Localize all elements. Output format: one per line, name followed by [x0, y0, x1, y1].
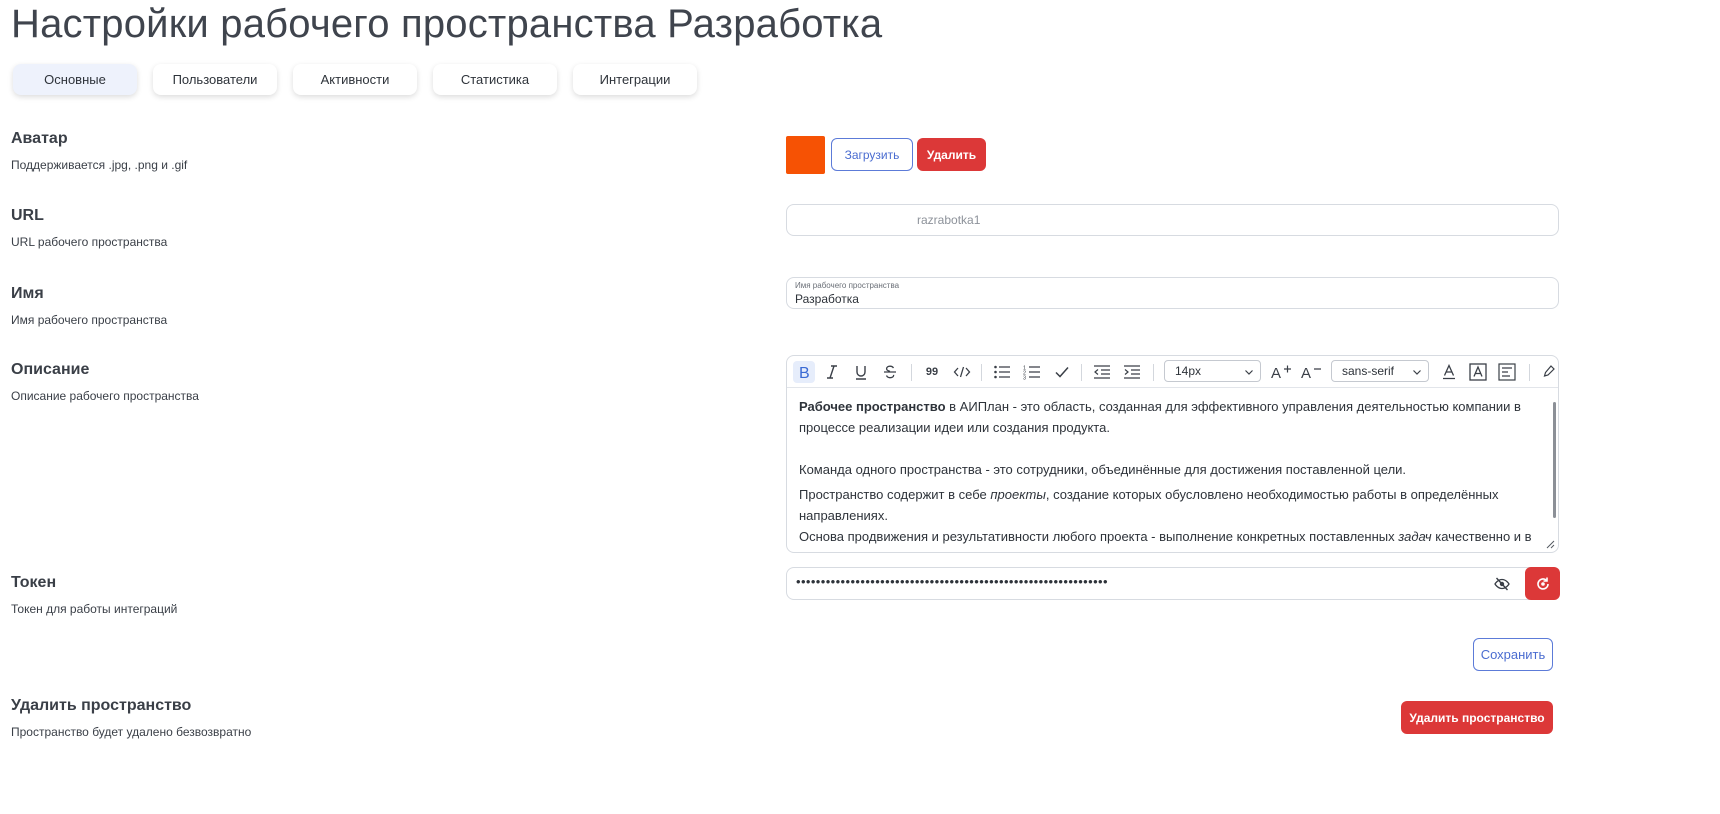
token-title: Токен [11, 574, 57, 591]
checklist-icon[interactable] [1051, 361, 1073, 383]
svg-text:A: A [1301, 365, 1311, 380]
name-field-label: Имя рабочего пространства [795, 281, 900, 290]
delete-space-title: Удалить пространство [11, 697, 192, 714]
toolbar-divider [1153, 364, 1154, 381]
name-value: Разработка [795, 292, 859, 306]
tab-general[interactable]: Основные [13, 64, 137, 95]
tab-statistics[interactable]: Статистика [433, 64, 557, 95]
delete-avatar-button[interactable]: Удалить [917, 138, 986, 171]
name-description: Имя рабочего пространства [11, 313, 168, 327]
font-size-value: 14px [1175, 364, 1202, 378]
token-description: Токен для работы интеграций [11, 602, 178, 616]
svg-text:B: B [799, 365, 810, 380]
editor-paragraph: Пространство содержит в себе проекты, со… [799, 487, 1499, 523]
delete-space-description: Пространство будет удалено безвозвратно [11, 725, 252, 739]
description-subtitle: Описание рабочего пространства [11, 389, 199, 403]
chevron-down-icon [1245, 370, 1253, 375]
url-input[interactable]: razrabotka1 [786, 204, 1559, 236]
outdent-icon[interactable] [1091, 361, 1113, 383]
strikethrough-icon[interactable] [879, 361, 901, 383]
name-input[interactable]: Имя рабочего пространства Разработка [786, 277, 1559, 309]
url-description: URL рабочего пространства [11, 235, 168, 249]
editor-paragraph: Основа продвижения и результативности лю… [799, 529, 1532, 544]
token-value: ••••••••••••••••••••••••••••••••••••••••… [796, 574, 1108, 589]
upload-avatar-button[interactable]: Загрузить [831, 138, 913, 171]
toolbar-divider [981, 364, 982, 381]
tab-users[interactable]: Пользователи [153, 64, 277, 95]
font-family-value: sans-serif [1342, 364, 1395, 378]
name-title: Имя [11, 285, 44, 302]
link-icon[interactable] [1538, 361, 1558, 383]
toolbar-divider [911, 364, 912, 381]
code-icon[interactable] [951, 361, 973, 383]
avatar-preview [786, 136, 825, 174]
tabs-bar: Основные Пользователи Активности Статист… [13, 64, 697, 95]
refresh-icon [1536, 577, 1549, 590]
indent-icon[interactable] [1121, 361, 1143, 383]
editor-paragraph: Команда одного пространства - это сотруд… [799, 462, 1407, 477]
font-size-increase-icon[interactable]: A [1271, 361, 1293, 383]
bold-icon[interactable]: B [793, 361, 815, 383]
italic-icon[interactable] [821, 361, 843, 383]
avatar-title: Аватар [11, 130, 68, 147]
resize-handle-icon[interactable] [1546, 540, 1555, 549]
chevron-down-icon [1413, 370, 1421, 375]
url-value: razrabotka1 [917, 213, 981, 227]
editor-toolbar: B 99 123 14px A A sans-serif [787, 356, 1558, 388]
eye-slash-icon[interactable] [1494, 576, 1510, 592]
description-editor[interactable]: B 99 123 14px A A sans-serif Рабочее про… [786, 355, 1559, 553]
url-title: URL [11, 207, 44, 224]
font-size-select[interactable]: 14px [1164, 360, 1261, 382]
align-icon[interactable] [1496, 361, 1518, 383]
underline-icon[interactable] [850, 361, 872, 383]
font-size-decrease-icon[interactable]: A [1301, 361, 1323, 383]
svg-text:A: A [1271, 365, 1281, 380]
svg-text:3: 3 [1023, 376, 1026, 381]
token-input[interactable]: ••••••••••••••••••••••••••••••••••••••••… [786, 567, 1559, 600]
numbered-list-icon[interactable]: 123 [1021, 361, 1043, 383]
background-color-icon[interactable] [1467, 361, 1489, 383]
tab-integrations[interactable]: Интеграции [573, 64, 697, 95]
regenerate-token-button[interactable] [1525, 567, 1560, 600]
toolbar-divider [1081, 364, 1082, 381]
bullet-list-icon[interactable] [991, 361, 1013, 383]
editor-content[interactable]: Рабочее пространство в АИПлан - это обла… [799, 396, 1544, 547]
editor-scrollbar[interactable] [1553, 402, 1556, 518]
editor-paragraph: Рабочее пространство в АИПлан - это обла… [799, 399, 1521, 435]
avatar-description: Поддерживается .jpg, .png и .gif [11, 158, 188, 172]
save-button[interactable]: Сохранить [1473, 638, 1553, 671]
tab-activities[interactable]: Активности [293, 64, 417, 95]
page-title: Настройки рабочего пространства Разработ… [11, 2, 883, 46]
font-family-select[interactable]: sans-serif [1331, 360, 1429, 382]
delete-space-button[interactable]: Удалить пространство [1401, 701, 1553, 734]
text-color-icon[interactable] [1438, 361, 1460, 383]
quote-icon[interactable]: 99 [921, 361, 943, 383]
description-title: Описание [11, 361, 90, 378]
toolbar-divider [1529, 364, 1530, 381]
